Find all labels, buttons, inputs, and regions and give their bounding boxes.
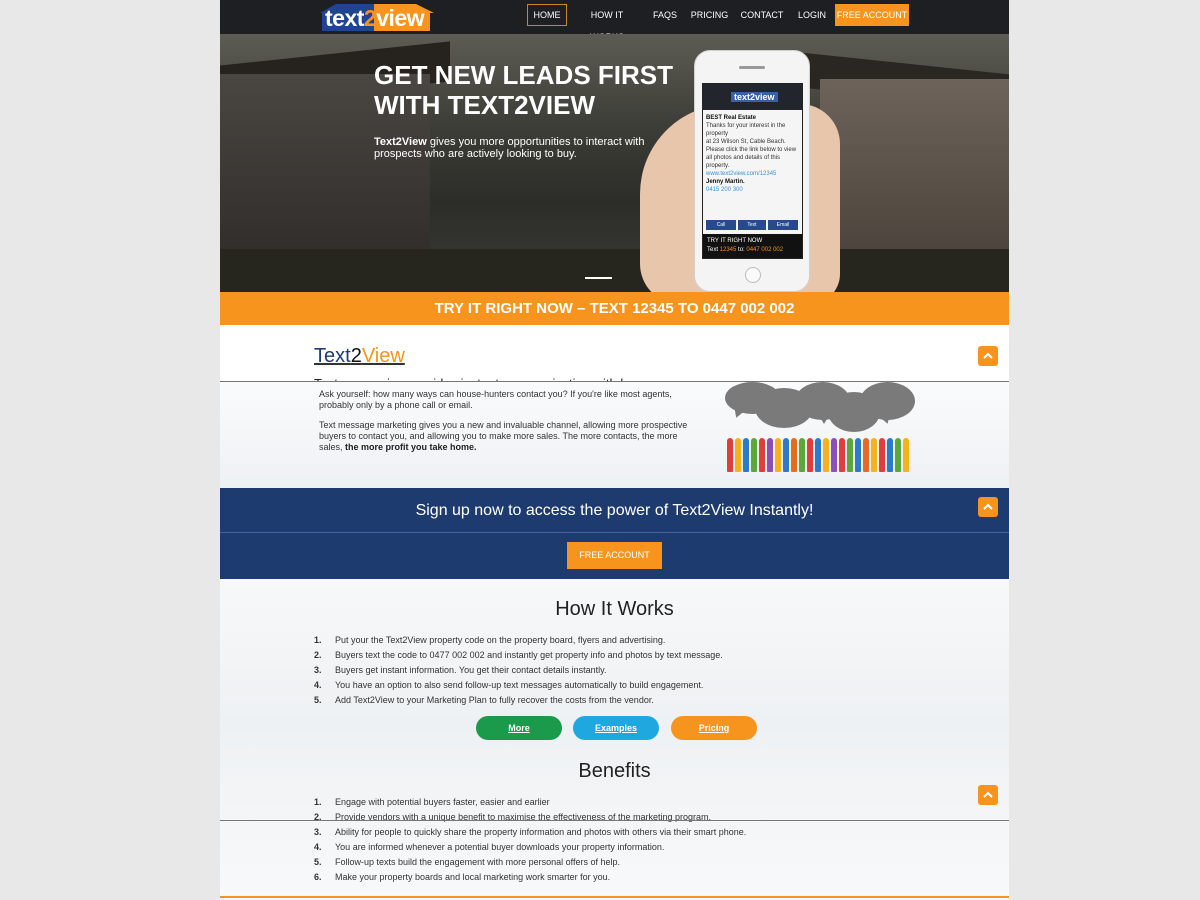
- logo-text: text2view: [325, 5, 425, 31]
- phone-cta: TRY IT RIGHT NOW Text 12345 to: 0447 002…: [703, 234, 802, 258]
- list-item: 4. You are informed whenever a potential …: [314, 842, 665, 852]
- intro-paragraph-1: Ask yourself: how many ways can house-hu…: [319, 389, 672, 410]
- signup-band: Sign up now to access the power of Text2…: [220, 488, 1009, 579]
- nav-free-account-button[interactable]: FREE ACCOUNT: [835, 4, 909, 26]
- benefits-title: Benefits: [578, 760, 651, 782]
- phone-screen-logo: text2view: [731, 92, 778, 102]
- logo[interactable]: text2view: [314, 3, 438, 31]
- free-account-button[interactable]: FREE ACCOUNT: [567, 542, 662, 569]
- phone-speaker: [739, 66, 765, 69]
- list-item: 3. Ability for people to quickly share th…: [314, 827, 747, 837]
- list-item: 1. Put your the Text2View property code o…: [314, 635, 666, 645]
- list-item: 2. Provide vendors with a unique benefit …: [314, 812, 712, 822]
- examples-button[interactable]: Examples: [573, 716, 659, 740]
- intro-paragraph-2: Text message marketing gives you a new a…: [319, 420, 688, 452]
- list-item: 4. You have an option to also send follow…: [314, 680, 704, 690]
- list-item: 1. Engage with potential buyers faster, e…: [314, 797, 550, 807]
- nav-faqs[interactable]: FAQS: [648, 4, 682, 26]
- phone-call-button: Call: [706, 220, 736, 230]
- signup-title: Sign up now to access the power of Text2…: [415, 502, 814, 519]
- page: text2view HOME HOW IT WORKS FAQS PRICING…: [220, 0, 1009, 900]
- nav-how-it-works[interactable]: HOW IT WORKS: [574, 4, 640, 42]
- slider-indicator[interactable]: [585, 277, 612, 279]
- how-it-works-title: How It Works: [555, 598, 674, 620]
- hero-ground: [220, 249, 1009, 292]
- hero-subtitle: Text2View gives you more opportunities t…: [374, 136, 645, 160]
- hero-title: GET NEW LEADS FIRST WITH TEXT2VIEW: [374, 60, 694, 120]
- more-button[interactable]: More: [476, 716, 562, 740]
- scroll-up-button-3[interactable]: [978, 785, 998, 805]
- scroll-up-button-1[interactable]: [978, 346, 998, 366]
- hero-title-line1: GET NEW LEADS FIRST: [374, 60, 673, 90]
- nav-pricing[interactable]: PRICING: [689, 4, 730, 26]
- top-nav: text2view HOME HOW IT WORKS FAQS PRICING…: [220, 0, 1009, 42]
- phone-action-buttons: Call Text Email: [706, 220, 800, 230]
- phone-message: BEST Real Estate Thanks for your interes…: [706, 115, 797, 193]
- list-item: 5. Add Text2View to your Marketing Plan t…: [314, 695, 654, 705]
- hero-slider: GET NEW LEADS FIRST WITH TEXT2VIEW Text2…: [220, 34, 1009, 292]
- nav-contact[interactable]: CONTACT: [738, 4, 786, 26]
- phone-home-button: [745, 267, 761, 283]
- crowd-illustration: [727, 438, 913, 478]
- house-right: [820, 79, 1009, 259]
- chevron-up-icon: [983, 503, 993, 510]
- how-it-works-list: 1. Put your the Text2View property code o…: [314, 633, 874, 708]
- benefits-list: 1. Engage with potential buyers faster, e…: [314, 795, 874, 885]
- phone-email-button: Email: [768, 220, 798, 230]
- signup-divider: [220, 532, 1009, 533]
- list-item: 5. Follow-up texts build the engagement w…: [314, 857, 620, 867]
- chevron-up-icon: [983, 791, 993, 798]
- list-item: 2. Buyers text the code to 0477 002 002 a…: [314, 650, 723, 660]
- scroll-up-button-2[interactable]: [978, 497, 998, 517]
- phone-screen: text2view BEST Real Estate Thanks for yo…: [702, 83, 803, 259]
- chevron-up-icon: [983, 352, 993, 359]
- intro-brand-heading: Text2View: [314, 345, 405, 367]
- nav-login[interactable]: LOGIN: [794, 4, 830, 26]
- hero-title-line2: WITH TEXT2VIEW: [374, 90, 595, 120]
- list-item: 6. Make your property boards and local ma…: [314, 872, 611, 882]
- footer-accent-line: [220, 896, 1009, 898]
- pricing-button[interactable]: Pricing: [671, 716, 757, 740]
- phone-mockup: text2view BEST Real Estate Thanks for yo…: [694, 50, 810, 292]
- list-item: 3. Buyers get instant information. You ge…: [314, 665, 607, 675]
- benefits-divider: [220, 820, 1009, 821]
- try-it-banner: TRY IT RIGHT NOW – TEXT 12345 TO 0447 00…: [220, 292, 1009, 325]
- phone-screen-header: text2view: [703, 84, 802, 110]
- nav-home[interactable]: HOME: [527, 4, 567, 26]
- phone-text-button: Text: [738, 220, 766, 230]
